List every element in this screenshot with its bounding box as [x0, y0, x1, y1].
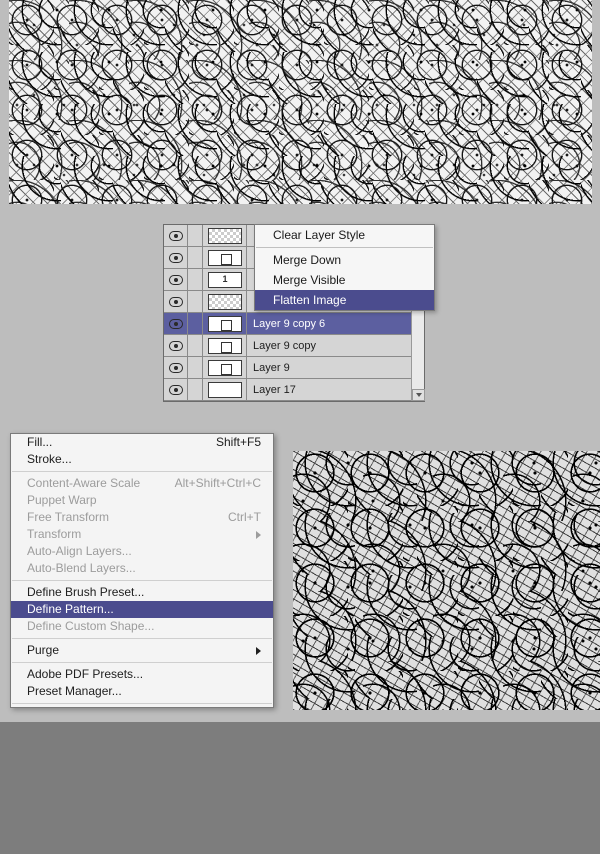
link-cell[interactable] [188, 379, 203, 401]
menu-separator [12, 662, 272, 663]
layer-thumbnail[interactable] [203, 291, 247, 313]
menu-separator [12, 580, 272, 581]
visibility-toggle[interactable] [164, 247, 188, 269]
layer-thumbnail[interactable] [203, 225, 247, 247]
menu-label: Define Custom Shape... [27, 618, 154, 635]
menu-item-transform[interactable]: Transform [11, 526, 273, 543]
visibility-toggle[interactable] [164, 379, 188, 401]
menu-label: Transform [27, 526, 81, 543]
menu-item-purge[interactable]: Purge [11, 642, 273, 659]
eye-icon [169, 385, 183, 395]
layer-row[interactable]: Layer 9 copy [164, 335, 424, 357]
chevron-down-icon [416, 393, 422, 397]
menu-label: Fill... [27, 434, 52, 451]
eye-icon [169, 341, 183, 351]
menu-item-adobe-pdf-presets[interactable]: Adobe PDF Presets... [11, 666, 273, 683]
link-cell[interactable] [188, 225, 203, 247]
menu-label: Free Transform [27, 509, 109, 526]
layer-name[interactable]: Layer 17 [247, 384, 424, 396]
menu-label: Preset Manager... [27, 683, 122, 700]
menu-separator [256, 247, 433, 248]
layer-context-menu[interactable]: Clear Layer Style Merge Down Merge Visib… [254, 224, 435, 311]
eye-icon [169, 231, 183, 241]
visibility-toggle[interactable] [164, 269, 188, 291]
link-cell[interactable] [188, 357, 203, 379]
menu-label: Define Brush Preset... [27, 584, 144, 601]
layer-thumbnail[interactable] [203, 357, 247, 379]
eye-icon [169, 363, 183, 373]
menu-item-merge-down[interactable]: Merge Down [255, 250, 434, 270]
layers-panel-area: Layer 9 copy 6 Layer 9 copy Layer 9 Laye… [163, 224, 435, 407]
link-cell[interactable] [188, 335, 203, 357]
menu-item-preset-manager[interactable]: Preset Manager... [11, 683, 273, 700]
layer-thumbnail[interactable] [203, 247, 247, 269]
layer-name[interactable]: Layer 9 copy [247, 340, 424, 352]
menu-shortcut: Alt+Shift+Ctrl+C [175, 475, 261, 492]
eye-icon [169, 297, 183, 307]
link-cell[interactable] [188, 313, 203, 335]
menu-shortcut: Shift+F5 [216, 434, 261, 451]
layer-row[interactable]: Layer 9 [164, 357, 424, 379]
visibility-toggle[interactable] [164, 335, 188, 357]
menu-shortcut: Ctrl+T [228, 509, 261, 526]
eye-icon [169, 275, 183, 285]
canvas-pattern-bottom [293, 451, 600, 710]
layer-name[interactable]: Layer 9 copy 6 [247, 318, 424, 330]
visibility-toggle[interactable] [164, 291, 188, 313]
edit-menu[interactable]: Fill... Shift+F5 Stroke... Content-Aware… [10, 433, 274, 708]
menu-item-clear-layer-style[interactable]: Clear Layer Style [255, 225, 434, 245]
menu-item-merge-visible[interactable]: Merge Visible [255, 270, 434, 290]
menu-separator [12, 703, 272, 704]
menu-item-auto-blend-layers[interactable]: Auto-Blend Layers... [11, 560, 273, 577]
layer-thumbnail[interactable] [203, 269, 247, 291]
visibility-toggle[interactable] [164, 313, 188, 335]
menu-item-free-transform[interactable]: Free Transform Ctrl+T [11, 509, 273, 526]
link-cell[interactable] [188, 269, 203, 291]
layer-row-selected[interactable]: Layer 9 copy 6 [164, 313, 424, 335]
menu-item-define-brush-preset[interactable]: Define Brush Preset... [11, 584, 273, 601]
bottom-empty-area [0, 722, 600, 854]
menu-item-flatten-image[interactable]: Flatten Image [255, 290, 434, 310]
layer-name[interactable]: Layer 9 [247, 362, 424, 374]
scroll-down-button[interactable] [412, 389, 425, 401]
menu-label: Adobe PDF Presets... [27, 666, 143, 683]
layer-thumbnail[interactable] [203, 379, 247, 401]
submenu-arrow-icon [256, 647, 261, 655]
submenu-arrow-icon [256, 531, 261, 539]
menu-item-puppet-warp[interactable]: Puppet Warp [11, 492, 273, 509]
layer-thumbnail[interactable] [203, 313, 247, 335]
eye-icon [169, 319, 183, 329]
menu-separator [12, 471, 272, 472]
menu-item-define-pattern[interactable]: Define Pattern... [11, 601, 273, 618]
eye-icon [169, 253, 183, 263]
menu-label: Content-Aware Scale [27, 475, 140, 492]
link-cell[interactable] [188, 247, 203, 269]
menu-separator [12, 638, 272, 639]
menu-item-stroke[interactable]: Stroke... [11, 451, 273, 468]
menu-item-content-aware-scale[interactable]: Content-Aware Scale Alt+Shift+Ctrl+C [11, 475, 273, 492]
menu-label: Puppet Warp [27, 492, 97, 509]
menu-label: Stroke... [27, 451, 72, 468]
link-cell[interactable] [188, 291, 203, 313]
menu-label: Auto-Blend Layers... [27, 560, 136, 577]
menu-item-define-custom-shape[interactable]: Define Custom Shape... [11, 618, 273, 635]
visibility-toggle[interactable] [164, 357, 188, 379]
menu-item-auto-align-layers[interactable]: Auto-Align Layers... [11, 543, 273, 560]
menu-label: Auto-Align Layers... [27, 543, 132, 560]
layer-thumbnail[interactable] [203, 335, 247, 357]
menu-item-fill[interactable]: Fill... Shift+F5 [11, 434, 273, 451]
canvas-pattern-top [9, 0, 592, 204]
visibility-toggle[interactable] [164, 225, 188, 247]
menu-label: Define Pattern... [27, 601, 114, 618]
menu-label: Purge [27, 642, 59, 659]
layer-row[interactable]: Layer 17 [164, 379, 424, 401]
